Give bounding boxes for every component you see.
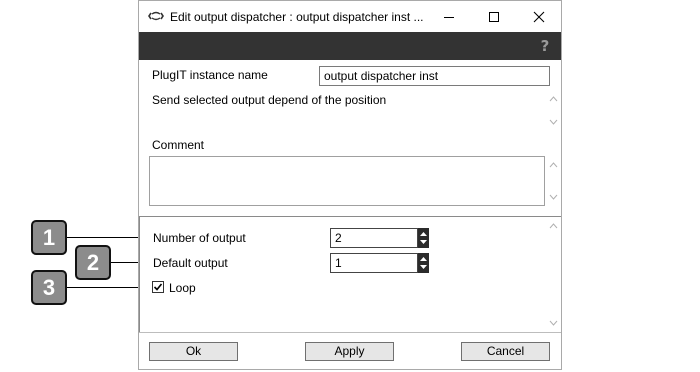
instance-description: Send selected output depend of the posit…: [152, 93, 387, 107]
dialog-window: Edit output dispatcher : output dispatch…: [138, 0, 562, 370]
app-logo-icon: [148, 11, 164, 21]
window-title: Edit output dispatcher : output dispatch…: [170, 10, 424, 24]
minimize-icon: [444, 16, 454, 18]
maximize-button[interactable]: [472, 1, 516, 32]
instance-name-input[interactable]: [319, 66, 550, 86]
scroll-up-icon[interactable]: [549, 96, 558, 102]
close-icon: [533, 11, 545, 22]
spin-up-icon[interactable]: [420, 257, 427, 261]
callout-2: 2: [75, 245, 111, 280]
checkmark-icon: [153, 283, 163, 291]
maximize-icon: [489, 11, 499, 22]
spinner-buttons[interactable]: [418, 228, 429, 248]
default-output-label: Default output: [153, 256, 228, 270]
loop-label: Loop: [169, 281, 196, 295]
parameters-scrollbar[interactable]: [546, 217, 561, 331]
title-bar[interactable]: Edit output dispatcher : output dispatch…: [139, 1, 561, 32]
ok-button[interactable]: Ok: [149, 342, 238, 361]
cancel-button[interactable]: Cancel: [461, 342, 550, 361]
description-scrollbar[interactable]: [546, 91, 561, 131]
toolbar: ?: [139, 32, 561, 60]
spin-down-icon[interactable]: [420, 240, 427, 244]
spin-up-icon[interactable]: [420, 232, 427, 236]
callout-1: 1: [31, 220, 67, 255]
spinner-buttons[interactable]: [418, 253, 429, 273]
comment-textarea[interactable]: [149, 156, 545, 206]
default-output-input[interactable]: [330, 253, 418, 273]
scroll-down-icon[interactable]: [549, 194, 558, 200]
comment-scrollbar[interactable]: [546, 156, 561, 206]
number-of-output-input[interactable]: [330, 228, 418, 248]
scroll-down-icon[interactable]: [549, 320, 558, 326]
minimize-button[interactable]: [427, 1, 471, 32]
default-output-spinner[interactable]: [330, 253, 430, 273]
panel-bottom-border: [139, 332, 561, 333]
scroll-down-icon[interactable]: [549, 119, 558, 125]
comment-label: Comment: [152, 138, 205, 152]
number-of-output-spinner[interactable]: [330, 228, 430, 248]
instance-name-label: PlugIT instance name: [152, 68, 268, 82]
number-of-output-label: Number of output: [153, 231, 246, 245]
scroll-up-icon[interactable]: [549, 162, 558, 168]
scroll-up-icon[interactable]: [549, 223, 558, 229]
loop-checkbox[interactable]: [152, 281, 164, 293]
apply-button[interactable]: Apply: [305, 342, 394, 361]
spin-down-icon[interactable]: [420, 265, 427, 269]
callout-3: 3: [31, 270, 67, 305]
help-icon[interactable]: ?: [538, 37, 552, 55]
close-button[interactable]: [517, 1, 561, 32]
